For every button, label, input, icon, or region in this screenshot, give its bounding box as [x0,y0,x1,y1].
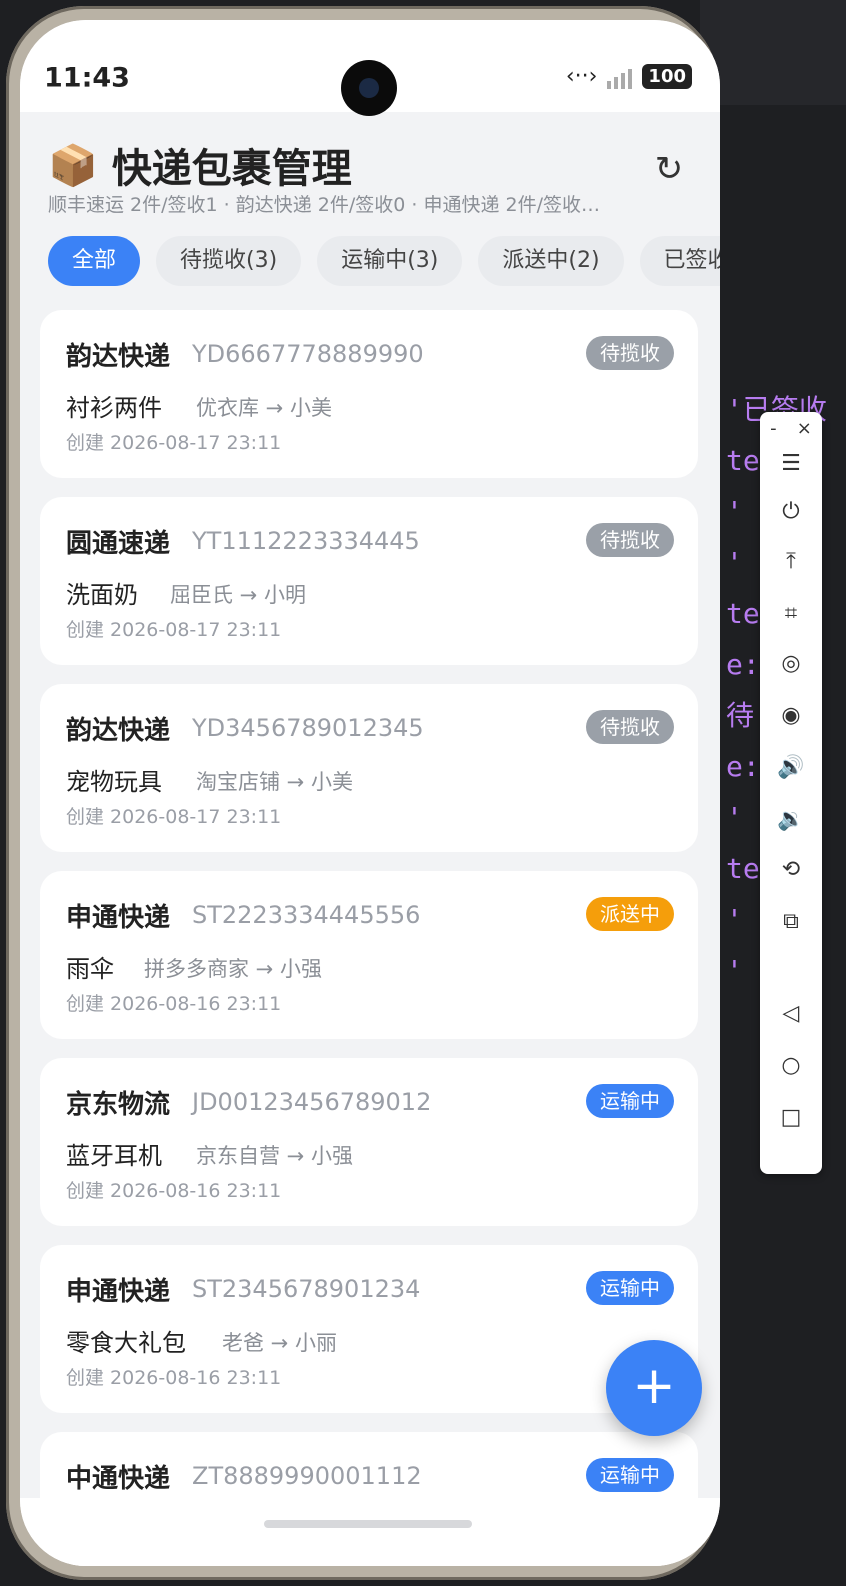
home-icon[interactable]: ○ [771,1046,811,1086]
package-card[interactable]: 申通快递 ST2345678901234 运输中零食大礼包 老爸 → 小丽创建 202… [40,1245,698,1413]
tab-0[interactable]: 全部 [48,236,141,286]
status-badge: 运输中 [586,1458,674,1492]
status-badge: 运输中 [586,1084,674,1118]
app-header: 📦 快递包裹管理 [48,136,352,194]
app-content: 📦 快递包裹管理 顺丰速运 2件/签收1 · 韵达快递 2件/签收0 · 申通快… [20,112,720,1566]
status-badge: 待揽收 [586,523,674,557]
courier-company: 申通快递 [66,903,171,933]
package-icon: 📦 [48,142,98,189]
tab-4[interactable]: 已签收 [639,236,720,286]
created-time: 创建 2026-08-17 23:11 [66,432,282,454]
created-time: 创建 2026-08-17 23:11 [66,806,282,828]
status-bar: 11:43 ‹··› 100 [20,20,720,116]
tracking-number: ST2345678901234 [192,1275,421,1303]
power-icon[interactable]: ⏻ [771,492,811,532]
package-card[interactable]: 申通快递 ST2223334445556 派送中雨伞 拼多多商家 → 小强创建 202… [40,871,698,1039]
status-badge: 运输中 [586,1271,674,1305]
emulator-toolbar: - × ☰ ⏻ ⤒ ⌗ ◎ ◉ 🔊 🔉 ⟲ ⧉ ◁ ○ □ [760,412,822,1174]
courier-company: 韵达快递 [66,342,171,372]
toolbar-window-controls: - × [760,418,822,439]
rotate-icon[interactable]: ⟲ [771,850,811,890]
tracking-number: ST2223334445556 [192,901,421,929]
courier-company: 圆通速递 [66,529,171,559]
pin-top-icon[interactable]: ⤒ [771,542,811,582]
minimize-icon[interactable]: - [770,418,777,439]
item-name: 宠物玩具 [66,768,162,796]
sender-receiver: 优衣库 → 小美 [196,396,332,420]
package-card[interactable]: 京东物流 JD00123456789012 运输中蓝牙耳机 京东自营 → 小强创建 2… [40,1058,698,1226]
item-name: 蓝牙耳机 [66,1142,162,1170]
tracking-number: YD3456789012345 [192,714,424,742]
volume-down-icon[interactable]: 🔉 [771,800,811,840]
screen-record-icon[interactable]: ◎ [771,644,811,684]
package-card[interactable]: 圆通速递 YT1112223334445 待揽收洗面奶 屈臣氏 → 小明创建 2026… [40,497,698,665]
status-badge: 待揽收 [586,336,674,370]
item-name: 雨伞 [66,955,114,983]
battery-icon: 100 [642,64,692,89]
courier-company: 申通快递 [66,1277,171,1307]
phone-screen: 11:43 ‹··› 100 📦 快递包裹管理 顺丰速运 2件/签收1 · 韵达… [20,20,720,1566]
volume-up-icon[interactable]: 🔊 [771,748,811,788]
tab-1[interactable]: 待揽收(3) [156,236,302,286]
tracking-number: ZT8889990001112 [192,1462,422,1490]
sender-receiver: 老爸 → 小丽 [222,1331,337,1355]
bottom-gesture-area [20,1498,720,1566]
courier-company: 京东物流 [66,1090,171,1120]
status-icons: ‹··› 100 [566,64,692,89]
sender-receiver: 拼多多商家 → 小强 [144,957,322,981]
data-transfer-icon: ‹··› [565,64,598,89]
tracking-number: YT1112223334445 [192,527,420,555]
carrier-summary: 顺丰速运 2件/签收1 · 韵达快递 2件/签收0 · 申通快递 2件/签收… [48,194,601,216]
front-camera [341,60,397,116]
close-icon[interactable]: × [797,418,812,439]
sender-receiver: 京东自营 → 小强 [196,1144,353,1168]
courier-company: 韵达快递 [66,716,171,746]
package-list: 韵达快递 YD6667778889990 待揽收 衬衫两件 优衣库 → 小美 创建 202… [40,310,698,1566]
created-time: 创建 2026-08-17 23:11 [66,619,282,641]
status-time: 11:43 [44,62,130,94]
screenshot-icon[interactable]: ◉ [771,696,811,736]
status-badge: 派送中 [586,897,674,931]
crop-icon[interactable]: ⌗ [771,594,811,634]
tracking-number: JD00123456789012 [192,1088,432,1116]
created-time: 创建 2026-08-16 23:11 [66,1180,282,1202]
courier-company: 中通快递 [66,1464,171,1494]
item-name: 零食大礼包 [66,1329,186,1357]
sender-receiver: 屈臣氏 → 小明 [170,583,306,607]
package-card[interactable]: 韵达快递 YD3456789012345 待揽收宠物玩具 淘宝店铺 → 小美创建 20… [40,684,698,852]
item-name: 洗面奶 [66,581,138,609]
sender-receiver: 淘宝店铺 → 小美 [196,770,353,794]
phone-frame: 11:43 ‹··› 100 📦 快递包裹管理 顺丰速运 2件/签收1 · 韵达… [6,6,720,1580]
created-time: 创建 2026-08-16 23:11 [66,993,282,1015]
status-badge: 待揽收 [586,710,674,744]
package-card[interactable]: 韵达快递 YD6667778889990 待揽收衬衫两件 优衣库 → 小美创建 202… [40,310,698,478]
refresh-icon[interactable]: ↻ [648,148,690,190]
menu-icon[interactable]: ☰ [771,444,811,484]
editor-tab-bar [700,0,846,105]
page-title: 快递包裹管理 [111,146,352,192]
back-icon[interactable]: ◁ [771,994,811,1034]
tab-3[interactable]: 派送中(2) [478,236,624,286]
item-name: 衬衫两件 [66,394,162,422]
add-package-button[interactable]: + [606,1340,702,1436]
tab-2[interactable]: 运输中(3) [317,236,463,286]
tracking-number: YD6667778889990 [192,340,424,368]
recents-icon[interactable]: □ [771,1098,811,1138]
created-time: 创建 2026-08-16 23:11 [66,1367,282,1389]
signal-icon [607,65,633,89]
multi-device-icon[interactable]: ⧉ [771,902,811,942]
home-indicator[interactable] [264,1520,472,1528]
status-filter-tabs: 全部 待揽收(3) 运输中(3) 派送中(2) 已签收 [48,236,720,286]
